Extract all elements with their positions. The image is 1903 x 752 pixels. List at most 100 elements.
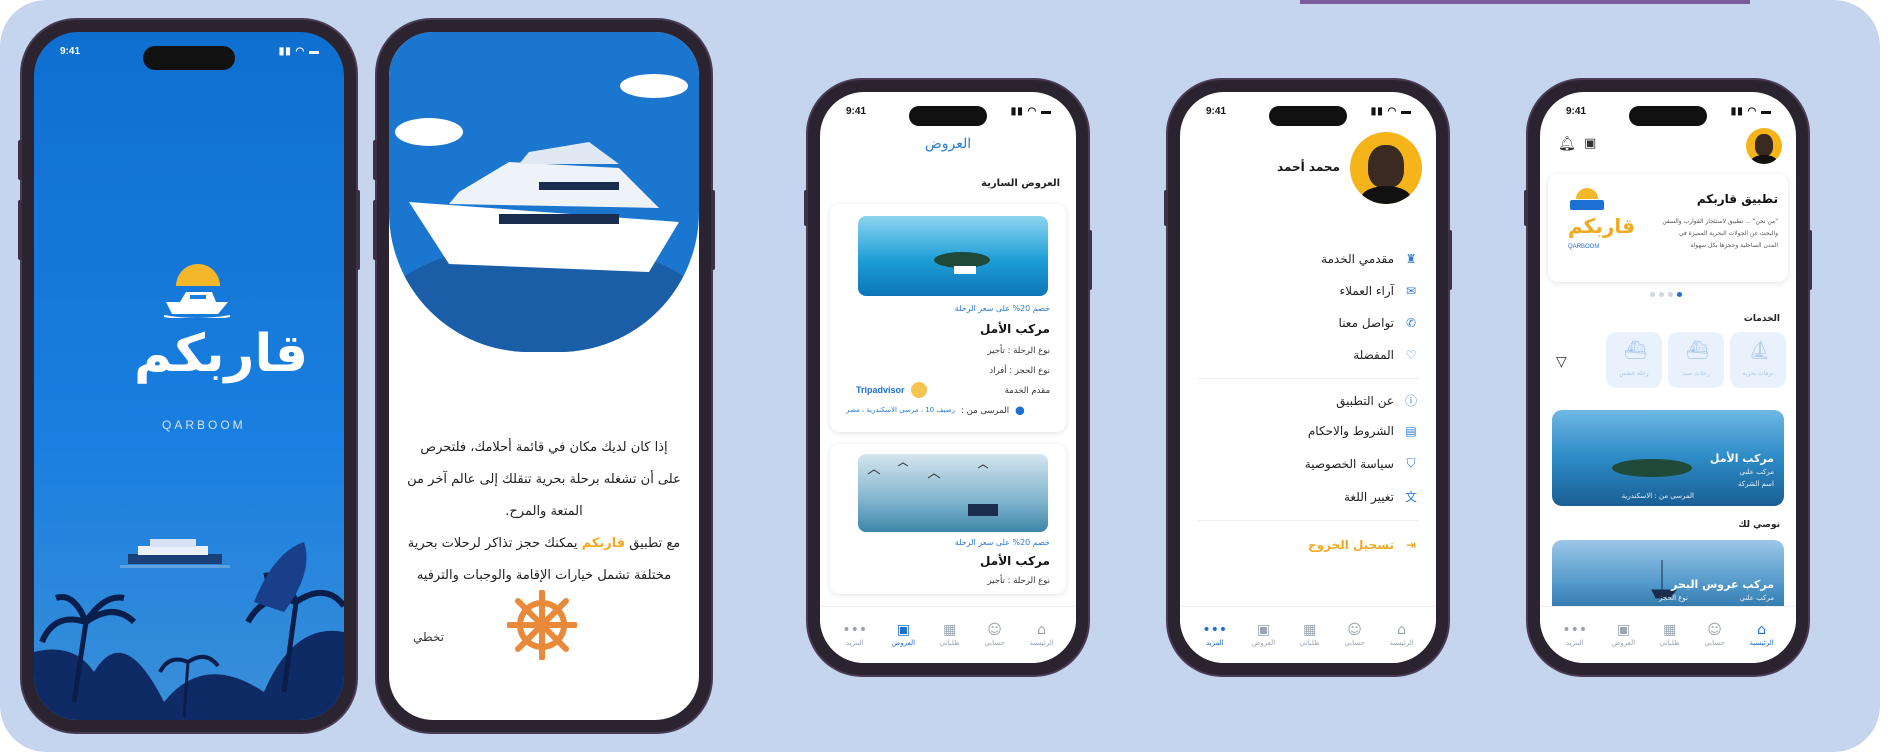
reviews-icon: ✉: [1405, 284, 1417, 298]
service-card[interactable]: ⛴︎ رحلات صيد: [1668, 332, 1724, 388]
shield-icon: ⛉: [1406, 456, 1416, 470]
menu-favorites[interactable]: ♡ المفضلة: [1198, 348, 1418, 362]
nav-orders[interactable]: ▦ طلباتي: [1300, 623, 1320, 647]
nav-offers[interactable]: ▣ العروض: [1612, 623, 1635, 647]
discount-badge: خصم 20% على سعر الرحلة: [954, 304, 1050, 313]
boat-card[interactable]: مركب عروس البحر مركب علني نوع الحجز: [1552, 540, 1784, 616]
recommended-title: نوصي لك: [1738, 520, 1780, 530]
nav-more[interactable]: ••• المزيد: [1202, 623, 1227, 647]
about-banner[interactable]: تطبيق قاربكم "من نحن" ... تطبيق لاستئجار…: [1548, 174, 1788, 282]
discount-badge: خصم 20% على سعر الرحلة: [954, 538, 1050, 547]
phone-offers: 9:41 ▮▮ ◠ ▬ العروض العروض السارية خصم 20%…: [804, 80, 1092, 675]
skip-button[interactable]: تخطي: [413, 630, 444, 644]
avatar[interactable]: [1350, 132, 1422, 204]
user-icon: ☺: [987, 622, 1002, 638]
app-logo-text: قاربكم: [134, 324, 309, 384]
phone-profile: 9:41 ▮▮ ◠ ▬ محمد أحمد ♜ مقدمي الخدمة ✉ آراء…: [1164, 80, 1452, 675]
offer-image: [858, 216, 1048, 296]
phone-icon: ✆: [1405, 316, 1417, 330]
wallet-icon[interactable]: ▣: [1584, 136, 1596, 151]
ship-wheel-icon[interactable]: [507, 590, 577, 660]
offers-icon: ▣: [1256, 622, 1271, 638]
nav-account[interactable]: ☺ حسابي: [984, 623, 1005, 647]
info-icon: ⓘ: [1404, 394, 1417, 408]
boat-card[interactable]: مركب الأمل مركب علني اسم الشركة المرسى م…: [1552, 410, 1784, 506]
menu-service-providers[interactable]: ♜ مقدمي الخدمة: [1198, 252, 1418, 266]
provider-label: مقدم الخدمة: [1004, 386, 1050, 396]
tripadvisor-icon: [910, 382, 927, 398]
offers-icon: ▣: [1616, 622, 1631, 638]
nav-home[interactable]: ⌂ الرئيسية: [1390, 623, 1414, 647]
grid-icon: ▦: [943, 622, 957, 638]
nav-account[interactable]: ☺ حسابي: [1344, 623, 1365, 647]
bottom-nav: ⌂ الرئيسية ☺ حسابي ▦ طلباتي ▣ العروض ••• المز…: [1540, 606, 1796, 663]
nav-orders[interactable]: ▦ طلباتي: [1660, 623, 1680, 647]
phone-home: 9:41 ▮▮ ◠ ▬ 🔔︎ ▣ تطبيق قاربكم "من نحن" ..…: [1524, 80, 1812, 675]
service-card[interactable]: ⛴︎ رحلة غطس: [1606, 332, 1662, 388]
user-name: محمد أحمد: [1277, 160, 1340, 174]
offers-icon: ▣: [896, 622, 911, 638]
grid-icon: ▦: [1663, 622, 1677, 638]
offer-image: [858, 454, 1048, 532]
profile-screen: 9:41 ▮▮ ◠ ▬ محمد أحمد ♜ مقدمي الخدمة ✉ آراء…: [1180, 92, 1436, 663]
filter-icon[interactable]: ▽: [1556, 354, 1567, 370]
menu-reviews[interactable]: ✉ آراء العملاء: [1198, 284, 1418, 298]
menu-terms[interactable]: ▤ الشروط والاحكام: [1198, 424, 1418, 438]
phone-onboarding: إذا كان لديك مكان في قائمة أحلامك، فلتحر…: [373, 20, 715, 732]
provider-logo: Tripadvisor: [856, 382, 927, 398]
user-icon: ☺: [1707, 622, 1722, 638]
services-title: الخدمات: [1743, 314, 1780, 324]
page-title: العروض: [924, 136, 972, 152]
status-time: 9:41: [1206, 106, 1227, 117]
more-icon: •••: [1562, 622, 1588, 638]
onboarding-text: إذا كان لديك مكان في قائمة أحلامك، فلتحر…: [407, 440, 681, 583]
terms-icon: ▤: [1405, 424, 1417, 438]
nav-offers[interactable]: ▣ العروض: [1252, 623, 1275, 647]
nav-account[interactable]: ☺ حسابي: [1704, 623, 1725, 647]
boat-logo-icon: [163, 292, 231, 318]
home-screen: 9:41 ▮▮ ◠ ▬ 🔔︎ ▣ تطبيق قاربكم "من نحن" ..…: [1540, 92, 1796, 663]
home-icon: ⌂: [1757, 622, 1767, 638]
location-row: ⬤ المرسى من : رصيف 10 ، مرسى الاسكندرية …: [846, 406, 1025, 416]
menu-privacy[interactable]: ⛉ سياسة الخصوصية: [1198, 456, 1418, 471]
bottom-nav: ⌂ الرئيسية ☺ حسابي ▦ طلباتي ▣ العروض ••• المز…: [1180, 606, 1436, 663]
avatar[interactable]: [1746, 128, 1782, 164]
nav-more[interactable]: ••• المزيد: [842, 623, 867, 647]
home-icon: ⌂: [1397, 622, 1407, 638]
logout-icon: ⇥: [1405, 538, 1417, 552]
nav-more[interactable]: ••• المزيد: [1562, 623, 1587, 647]
palm-island-illustration: [34, 542, 344, 720]
heart-icon: ♡: [1405, 348, 1417, 362]
divider: [1198, 520, 1418, 521]
offer-card[interactable]: خصم 20% على سعر الرحلة مركب الأمل نوع ال…: [830, 444, 1066, 594]
offer-card[interactable]: خصم 20% على سعر الرحلة مركب الأمل نوع ال…: [830, 204, 1066, 432]
status-icons: ▮▮ ◠ ▬: [278, 46, 320, 57]
nav-offers[interactable]: ▣ العروض: [892, 623, 915, 647]
fishing-boat-icon: ⛴︎: [1686, 340, 1709, 361]
bell-icon[interactable]: 🔔︎: [1558, 136, 1576, 152]
carousel-dots[interactable]: [1650, 292, 1682, 297]
boat-name: مركب الأمل: [980, 554, 1050, 568]
sailboat-icon: ⛵︎: [1748, 340, 1771, 361]
nav-orders[interactable]: ▦ طلباتي: [940, 623, 960, 647]
phone-splash: 9:41 ▮▮ ◠ ▬ قاربكم QARBOOM: [18, 20, 360, 732]
grid-icon: ▦: [1303, 622, 1317, 638]
logout-button[interactable]: ⇥ تسجيل الخروج: [1198, 538, 1418, 552]
more-icon: •••: [1202, 622, 1228, 638]
yacht-illustration: [389, 74, 699, 352]
app-logo-latin: QARBOOM: [162, 418, 246, 432]
nav-home[interactable]: ⌂ الرئيسية: [1750, 623, 1774, 647]
providers-icon: ♜: [1405, 252, 1417, 266]
service-card[interactable]: ⛵︎ نزهات بحرية: [1730, 332, 1786, 388]
section-title: العروض السارية: [981, 178, 1060, 189]
menu-about[interactable]: ⓘ عن التطبيق: [1198, 392, 1418, 409]
top-accent-line: [1300, 0, 1750, 4]
status-time: 9:41: [60, 46, 81, 57]
nav-home[interactable]: ⌂ الرئيسية: [1030, 623, 1054, 647]
boat-name: مركب الأمل: [980, 322, 1050, 336]
menu-contact[interactable]: ✆ تواصل معنا: [1198, 316, 1418, 330]
divider: [1198, 378, 1418, 379]
menu-language[interactable]: 文 تغيير اللغة: [1198, 488, 1418, 505]
offers-screen: 9:41 ▮▮ ◠ ▬ العروض العروض السارية خصم 20%…: [820, 92, 1076, 663]
more-icon: •••: [842, 622, 868, 638]
